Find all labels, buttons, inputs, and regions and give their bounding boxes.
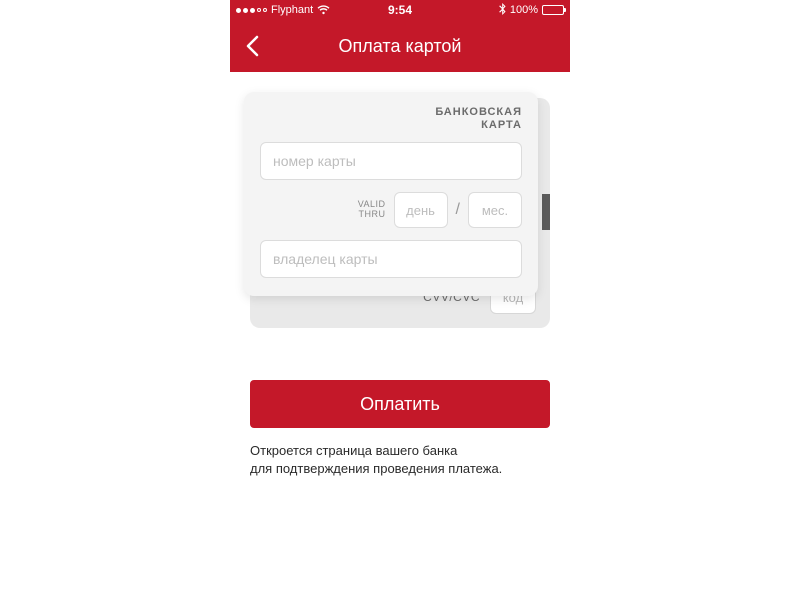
card-type-label: БАНКОВСКАЯ КАРТА	[260, 106, 522, 132]
status-left: Flyphant	[236, 4, 330, 16]
mag-stripe	[542, 194, 550, 230]
card-label-line1: БАНКОВСКАЯ	[435, 106, 522, 118]
carrier-label: Flyphant	[271, 4, 313, 16]
cardholder-input[interactable]	[260, 240, 522, 278]
expiry-slash: /	[456, 201, 460, 219]
valid-thru-label: VALID THRU	[358, 200, 386, 220]
expiry-month-input[interactable]	[468, 192, 522, 228]
valid-line1: VALID	[358, 199, 386, 209]
battery-icon	[542, 5, 564, 15]
status-bar: Flyphant 9:54 100%	[230, 0, 570, 20]
expiry-day-input[interactable]	[394, 192, 448, 228]
signal-dots-icon	[236, 8, 267, 13]
page-title: Оплата картой	[339, 36, 462, 57]
valid-thru-row: VALID THRU /	[260, 192, 522, 228]
card-front: БАНКОВСКАЯ КАРТА VALID THRU /	[244, 92, 538, 296]
hint-line1: Откроется страница вашего банка	[250, 443, 457, 458]
status-right: 100%	[499, 3, 564, 18]
bluetooth-icon	[499, 3, 506, 18]
back-button[interactable]	[230, 24, 274, 68]
card-stack: CVV/CVC БАНКОВСКАЯ КАРТА VALID THRU /	[250, 98, 550, 328]
card-number-input[interactable]	[260, 142, 522, 180]
nav-bar: Оплата картой	[230, 20, 570, 72]
valid-line2: THRU	[359, 209, 386, 219]
content: CVV/CVC БАНКОВСКАЯ КАРТА VALID THRU /	[230, 72, 570, 478]
phone-frame: Flyphant 9:54 100% Оплата картой CVV/CVC	[230, 0, 570, 600]
hint-line2: для подтверждения проведения платежа.	[250, 461, 502, 476]
chevron-left-icon	[245, 35, 259, 57]
card-label-line2: КАРТА	[481, 119, 522, 131]
battery-pct: 100%	[510, 4, 538, 16]
clock: 9:54	[388, 3, 412, 17]
pay-button[interactable]: Оплатить	[250, 380, 550, 428]
wifi-icon	[317, 5, 330, 15]
hint-text: Откроется страница вашего банка для подт…	[250, 442, 550, 478]
